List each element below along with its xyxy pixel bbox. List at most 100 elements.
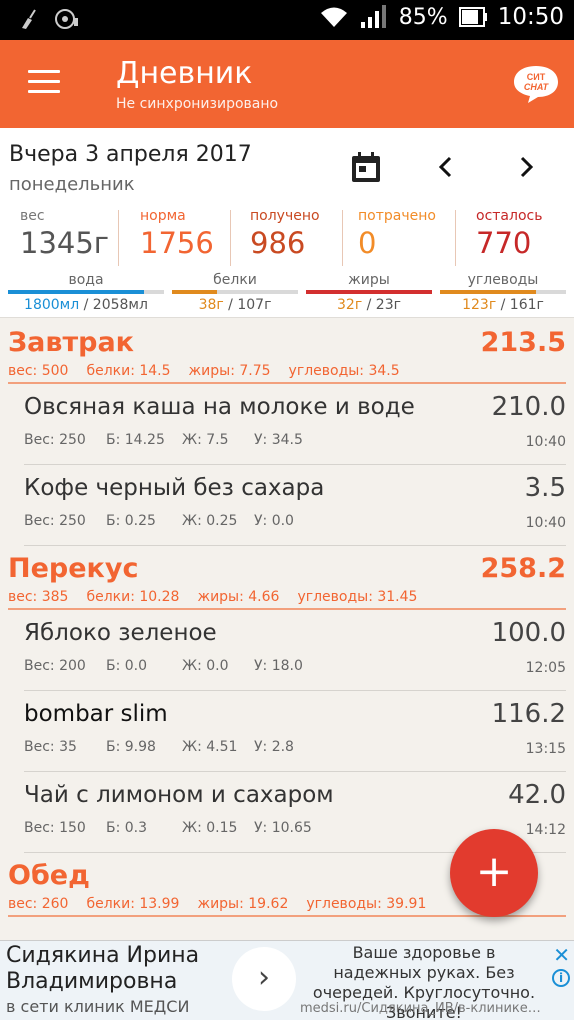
meal-header-snack[interactable]: Перекус 258.2 вес: 385 белки: 10.28 жиры…	[8, 546, 566, 610]
meal-name: Перекус	[8, 553, 139, 584]
carbs-current: 123г	[462, 297, 497, 313]
date-label: Вчера 3 апреля 2017	[9, 142, 252, 167]
menu-icon	[28, 70, 60, 73]
chat-icon[interactable]: СИТ CHAT	[512, 64, 560, 104]
divider	[118, 210, 119, 266]
meal-carbs: углеводы: 34.5	[288, 363, 400, 379]
date-bar: Вчера 3 апреля 2017 понедельник	[0, 128, 574, 206]
meal-carbs: углеводы: 31.45	[297, 589, 418, 605]
wifi-icon	[320, 7, 347, 27]
signal-icon	[360, 5, 386, 28]
carbs-progress-fill	[440, 290, 536, 294]
meal-total: 213.5	[480, 327, 566, 358]
protein-current: 38г	[198, 297, 224, 313]
food-kcal: 116.2	[491, 699, 566, 729]
food-carbs: У: 18.0	[254, 658, 303, 674]
food-fat: Ж: 0.25	[182, 513, 238, 529]
water-total: / 2058мл	[79, 297, 148, 313]
macro-water: вода 1800мл / 2058мл	[8, 272, 164, 318]
meal-protein: белки: 14.5	[86, 363, 171, 379]
meal-weight: вес: 260	[8, 896, 69, 912]
food-time: 12:05	[525, 660, 566, 676]
chat-logo-bottom: CHAT	[524, 82, 550, 92]
food-carbs: У: 0.0	[254, 513, 294, 529]
macro-carbs: углеводы 123г / 161г	[440, 272, 566, 318]
food-protein: Б: 9.98	[106, 739, 156, 755]
food-name: bombar slim	[24, 701, 168, 727]
meal-fat: жиры: 4.66	[197, 589, 280, 605]
macro-fat: жиры 32г / 23г	[306, 272, 432, 318]
ad-url[interactable]: medsi.ru/Сидякина_ИВ/в-клинике…	[300, 1001, 570, 1016]
food-kcal: 3.5	[524, 473, 566, 503]
menu-button[interactable]	[28, 70, 60, 94]
stat-spent-value: 0	[358, 226, 377, 260]
protein-progress-bar	[172, 290, 298, 294]
food-time: 10:40	[525, 515, 566, 531]
food-time: 10:40	[525, 434, 566, 450]
info-icon[interactable]: i	[552, 969, 570, 987]
stat-weight-value: 1345г	[20, 226, 110, 260]
chevron-right-icon[interactable]	[512, 152, 540, 182]
app-bar: Дневник Не синхронизировано СИТ CHAT	[0, 40, 574, 128]
meal-protein: белки: 10.28	[86, 589, 180, 605]
meal-protein: белки: 13.99	[86, 896, 180, 912]
stat-left-value: 770	[476, 226, 532, 260]
meal-carbs: углеводы: 39.91	[306, 896, 427, 912]
water-progress-fill	[8, 290, 144, 294]
add-food-button[interactable]: +	[450, 829, 538, 917]
food-fat: Ж: 0.0	[182, 658, 229, 674]
carbs-total: / 161г	[496, 297, 544, 313]
stat-received: получено 986	[250, 208, 320, 268]
divider	[230, 210, 231, 266]
food-item[interactable]: Яблоко зеленое 100.0 Вес: 200 Б: 0.0 Ж: …	[24, 610, 566, 691]
close-icon[interactable]: ✕	[553, 943, 570, 967]
meal-total: 258.2	[480, 553, 566, 584]
chevron-left-icon[interactable]	[432, 152, 460, 182]
battery-percent: 85%	[398, 4, 448, 30]
fat-current: 32г	[337, 297, 363, 313]
ad-subtitle: в сети клиник МЕДСИ	[6, 997, 190, 1016]
stat-spent: потрачено 0	[358, 208, 436, 268]
carbs-progress-bar	[440, 290, 566, 294]
food-carbs: У: 2.8	[254, 739, 294, 755]
calendar-icon[interactable]	[350, 150, 382, 184]
ad-banner[interactable]: Сидякина Ирина Владимировна в сети клини…	[0, 940, 574, 1020]
food-item[interactable]: bombar slim 116.2 Вес: 35 Б: 9.98 Ж: 4.5…	[24, 691, 566, 772]
food-kcal: 210.0	[491, 392, 566, 422]
food-weight: Вес: 35	[24, 739, 77, 755]
food-item[interactable]: Кофе черный без сахара 3.5 Вес: 250 Б: 0…	[24, 465, 566, 546]
food-fat: Ж: 0.15	[182, 820, 238, 836]
water-progress-bar	[8, 290, 164, 294]
fat-progress-bar	[306, 290, 432, 294]
food-item[interactable]: Овсяная каша на молоке и воде 210.0 Вес:…	[24, 384, 566, 465]
macro-fat-label: жиры	[348, 272, 390, 288]
status-bar: 85% 10:50	[0, 0, 574, 40]
stat-weight: вес 1345г	[20, 208, 109, 268]
stat-received-value: 986	[250, 226, 306, 260]
stat-left-label: осталось	[476, 208, 543, 224]
food-carbs: У: 10.65	[254, 820, 312, 836]
fat-total: / 23г	[362, 297, 401, 313]
food-name: Овсяная каша на молоке и воде	[24, 394, 415, 420]
food-name: Кофе черный без сахара	[24, 475, 325, 501]
stat-spent-label: потрачено	[358, 208, 436, 224]
food-carbs: У: 34.5	[254, 432, 303, 448]
meal-weight: вес: 500	[8, 363, 69, 379]
divider	[342, 210, 343, 266]
broom-icon	[22, 9, 36, 29]
battery-icon	[458, 7, 487, 27]
meal-header-breakfast[interactable]: Завтрак 213.5 вес: 500 белки: 14.5 жиры:…	[8, 320, 566, 384]
page-title: Дневник	[116, 56, 253, 91]
meal-name: Обед	[8, 860, 90, 891]
weekday-label: понедельник	[9, 174, 135, 195]
food-name: Яблоко зеленое	[24, 620, 217, 646]
ad-open-button[interactable]: ›	[232, 947, 296, 1011]
meal-fat: жиры: 19.62	[197, 896, 289, 912]
ad-title[interactable]: Сидякина Ирина Владимировна	[6, 943, 236, 995]
meal-weight: вес: 385	[8, 589, 69, 605]
stat-norm: норма 1756	[140, 208, 214, 268]
clock: 10:50	[497, 4, 564, 30]
chat-logo-top: СИТ	[527, 72, 546, 82]
protein-progress-fill	[172, 290, 218, 294]
stat-norm-value: 1756	[140, 226, 214, 260]
